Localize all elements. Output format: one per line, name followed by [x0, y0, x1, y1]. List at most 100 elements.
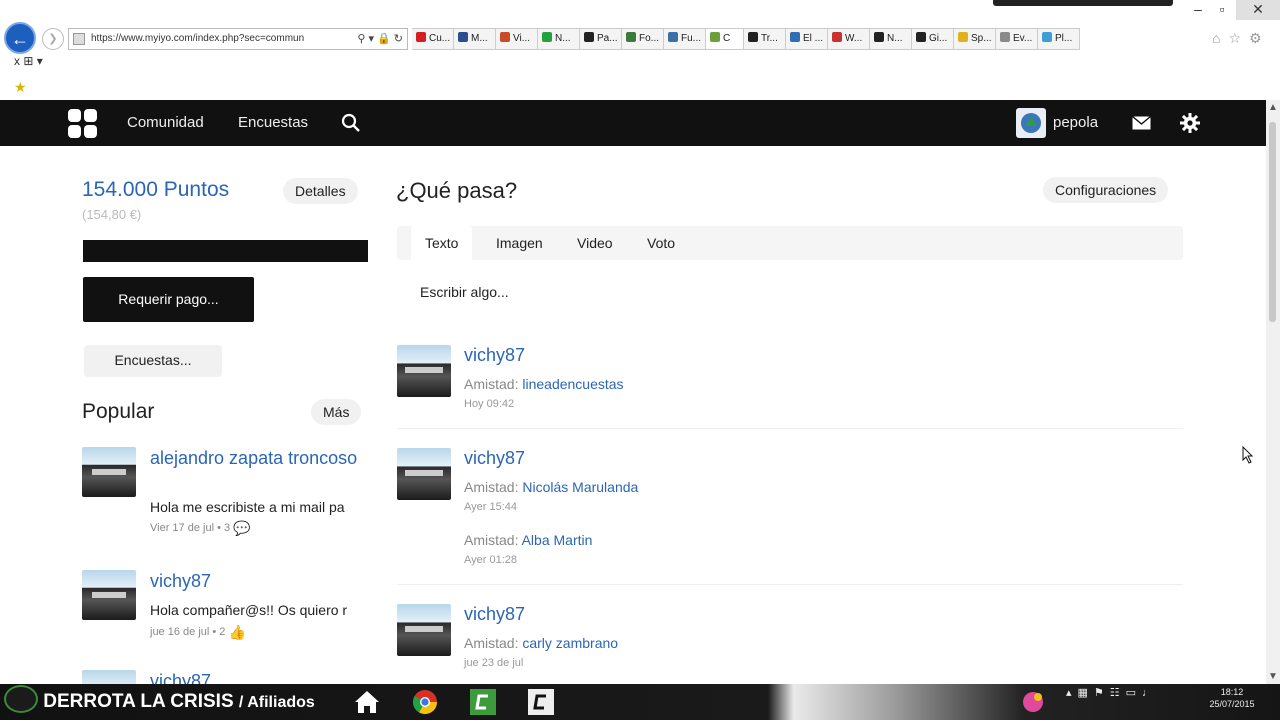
popular-author[interactable]: alejandro zapata troncoso	[150, 447, 360, 470]
browser-tab[interactable]: Fo...	[622, 28, 664, 50]
surveys-button[interactable]: Encuestas...	[84, 345, 222, 377]
tab-label: M...	[471, 33, 488, 44]
tab-label: Pl...	[1055, 33, 1073, 44]
feed-activity: Amistad: lineadencuestas	[464, 376, 624, 392]
camtasia-icon[interactable]	[468, 688, 498, 716]
browser-tab[interactable]: C	[706, 28, 744, 50]
avatar[interactable]	[82, 447, 136, 497]
popular-date: Vier 17 de jul	[150, 522, 215, 534]
browser-tab[interactable]: Gi...	[912, 28, 954, 50]
tab-label: C	[723, 33, 731, 44]
system-tray-icons[interactable]: ▴▦⚑☷▭♩	[1066, 686, 1159, 699]
divider	[397, 428, 1183, 429]
browser-tab[interactable]: N...	[870, 28, 912, 50]
friend-link[interactable]: carly zambrano	[522, 635, 618, 651]
tab-favicon-icon	[584, 32, 594, 42]
browser-tab[interactable]: Tr...	[744, 28, 786, 50]
feed-author[interactable]: vichy87	[464, 604, 525, 625]
scroll-thumb[interactable]	[1269, 122, 1276, 322]
forward-button[interactable]: ❯	[42, 28, 64, 50]
popular-excerpt[interactable]: Hola me escribiste a mi mail pa	[150, 499, 368, 515]
tab-label: N...	[555, 33, 571, 44]
tab-favicon-icon	[416, 32, 426, 42]
chrome-icon[interactable]	[410, 688, 440, 716]
settings-button[interactable]: Configuraciones	[1043, 177, 1169, 203]
request-payment-button[interactable]: Requerir pago...	[83, 277, 254, 322]
popular-item[interactable]: vichy87	[82, 670, 372, 684]
friend-link[interactable]: Nicolás Marulanda	[522, 479, 638, 495]
nav-encuestas[interactable]: Encuestas	[238, 100, 308, 146]
friend-link[interactable]: Alba Martin	[522, 532, 593, 548]
close-window-icon[interactable]: ✕	[1236, 0, 1280, 20]
command-bar[interactable]: x ⊞ ▾	[14, 54, 43, 68]
avatar[interactable]	[397, 448, 451, 500]
friend-link[interactable]: lineadencuestas	[522, 376, 623, 392]
page-title: ¿Qué pasa?	[396, 178, 518, 203]
popular-author[interactable]: vichy87	[150, 570, 360, 593]
activity-type: Amistad:	[464, 532, 519, 548]
tab-voto[interactable]: Voto	[647, 226, 675, 260]
popular-item[interactable]: vichy87 Hola compañer@s!! Os quiero r ju…	[82, 570, 372, 640]
tab-favicon-icon	[916, 32, 926, 42]
mail-icon[interactable]	[1132, 116, 1151, 130]
home-icon[interactable]	[352, 688, 382, 716]
feed-timestamp: Ayer 15:44	[464, 501, 518, 513]
avatar[interactable]	[397, 345, 451, 397]
favorites-star-icon[interactable]: ★	[14, 80, 30, 94]
clock-time: 18:12	[1220, 687, 1244, 697]
browser-tab[interactable]: Vi...	[496, 28, 538, 50]
browser-tab[interactable]: N...	[538, 28, 580, 50]
browser-tab[interactable]: M...	[454, 28, 496, 50]
avatar[interactable]	[397, 604, 451, 656]
post-input[interactable]: Escribir algo...	[420, 284, 509, 300]
popular-item[interactable]: alejandro zapata troncoso Hola me escrib…	[82, 447, 372, 547]
site-logo-icon[interactable]	[68, 109, 98, 139]
gear-icon[interactable]	[1180, 113, 1200, 133]
tab-imagen[interactable]: Imagen	[496, 226, 543, 260]
popular-count: 3	[223, 522, 231, 534]
browser-tab[interactable]: W...	[828, 28, 870, 50]
tab-label: W...	[845, 33, 863, 44]
feed-author[interactable]: vichy87	[464, 448, 525, 469]
app-c-icon[interactable]	[526, 688, 556, 716]
popular-excerpt[interactable]: Hola compañer@s!! Os quiero r	[150, 602, 368, 618]
feed-author[interactable]: vichy87	[464, 345, 525, 366]
browser-tab[interactable]: Pl...	[1038, 28, 1080, 50]
tab-favicon-icon	[458, 32, 468, 42]
username-link[interactable]: pepola	[1053, 100, 1098, 146]
address-actions-icon[interactable]: ⚲ ▾ 🔒 ↻	[357, 29, 403, 49]
feed-activity: Amistad: carly zambrano	[464, 635, 618, 651]
scroll-up-icon[interactable]: ▲	[1266, 102, 1280, 113]
browser-tab[interactable]: Pa...	[580, 28, 622, 50]
browser-tab[interactable]: Fu...	[664, 28, 706, 50]
activity-type: Amistad:	[464, 479, 519, 495]
popular-heading: Popular	[82, 400, 155, 423]
browser-tab[interactable]: Sp...	[954, 28, 996, 50]
browser-tab[interactable]: El ...	[786, 28, 828, 50]
page-scrollbar[interactable]: ▲ ▼	[1266, 100, 1280, 684]
address-bar[interactable]: https://www.myiyo.com/index.php?sec=comm…	[68, 28, 408, 50]
tray-app-icon[interactable]	[1018, 688, 1048, 716]
search-icon[interactable]	[341, 113, 361, 133]
tab-favicon-icon	[626, 32, 636, 42]
nav-comunidad[interactable]: Comunidad	[127, 100, 204, 146]
back-button[interactable]: ←	[4, 22, 36, 54]
tab-label: Gi...	[929, 33, 948, 44]
feed-timestamp: jue 23 de jul	[464, 657, 524, 669]
browser-tab[interactable]: Cu...	[412, 28, 454, 50]
home-star-settings-icons[interactable]: ⌂☆⚙	[1212, 30, 1270, 47]
browser-tab[interactable]: Ev...	[996, 28, 1038, 50]
popular-author[interactable]: vichy87	[150, 670, 360, 684]
tab-video[interactable]: Video	[577, 226, 613, 260]
user-avatar[interactable]	[1016, 108, 1046, 138]
tab-label: Pa...	[597, 33, 618, 44]
scroll-down-icon[interactable]: ▼	[1266, 671, 1280, 682]
tab-texto[interactable]: Texto	[411, 226, 473, 260]
more-button[interactable]: Más	[311, 399, 362, 425]
system-clock[interactable]: 18:12 25/07/2015	[1208, 686, 1256, 710]
tab-label: El ...	[803, 33, 824, 44]
details-button[interactable]: Detalles	[283, 178, 358, 204]
avatar[interactable]	[82, 670, 136, 684]
avatar[interactable]	[82, 570, 136, 620]
maximize-icon[interactable]: ▫	[1208, 0, 1236, 20]
